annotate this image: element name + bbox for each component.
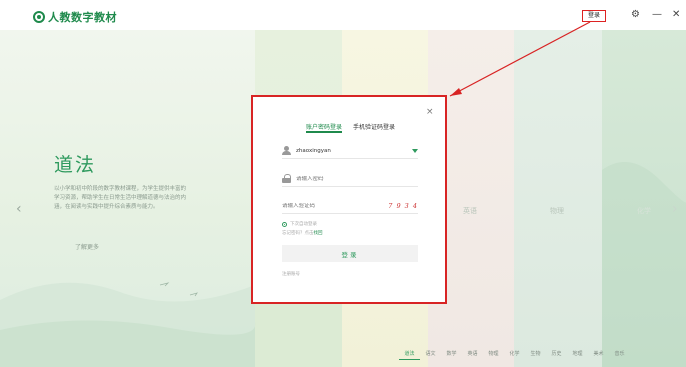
tab-phone-login[interactable]: 手机验证码登录 <box>353 122 395 131</box>
forgot-password-text: 忘记密码？点击 <box>282 231 314 236</box>
username-value[interactable]: zhaoxingyan <box>296 148 412 154</box>
captcha-input[interactable] <box>282 202 389 209</box>
chevron-down-icon[interactable] <box>412 148 418 153</box>
lock-icon <box>282 174 291 183</box>
login-dialog: × 账户密码登录 手机验证码登录 zhaoxingyan 7 9 3 4 下次自… <box>251 95 447 304</box>
forgot-password-link[interactable]: 找回 <box>314 231 323 236</box>
tab-account-login[interactable]: 账户密码登录 <box>306 122 342 131</box>
password-field[interactable] <box>282 171 418 187</box>
forgot-password-note: 忘记密码？点击找回 <box>282 230 323 236</box>
remember-label: 下次自动登录 <box>290 222 317 227</box>
remember-me[interactable]: 下次自动登录 <box>282 221 317 227</box>
captcha-field[interactable]: 7 9 3 4 <box>282 198 418 214</box>
username-field[interactable]: zhaoxingyan <box>282 143 418 159</box>
remember-radio[interactable] <box>282 221 287 227</box>
captcha-image[interactable]: 7 9 3 4 <box>388 202 418 210</box>
password-input[interactable] <box>296 175 418 182</box>
login-submit-button[interactable]: 登录 <box>282 245 418 262</box>
register-link[interactable]: 注册账号 <box>282 271 300 277</box>
user-icon <box>282 146 291 155</box>
dialog-close-icon[interactable]: × <box>426 107 434 117</box>
active-tab-indicator <box>306 131 342 133</box>
